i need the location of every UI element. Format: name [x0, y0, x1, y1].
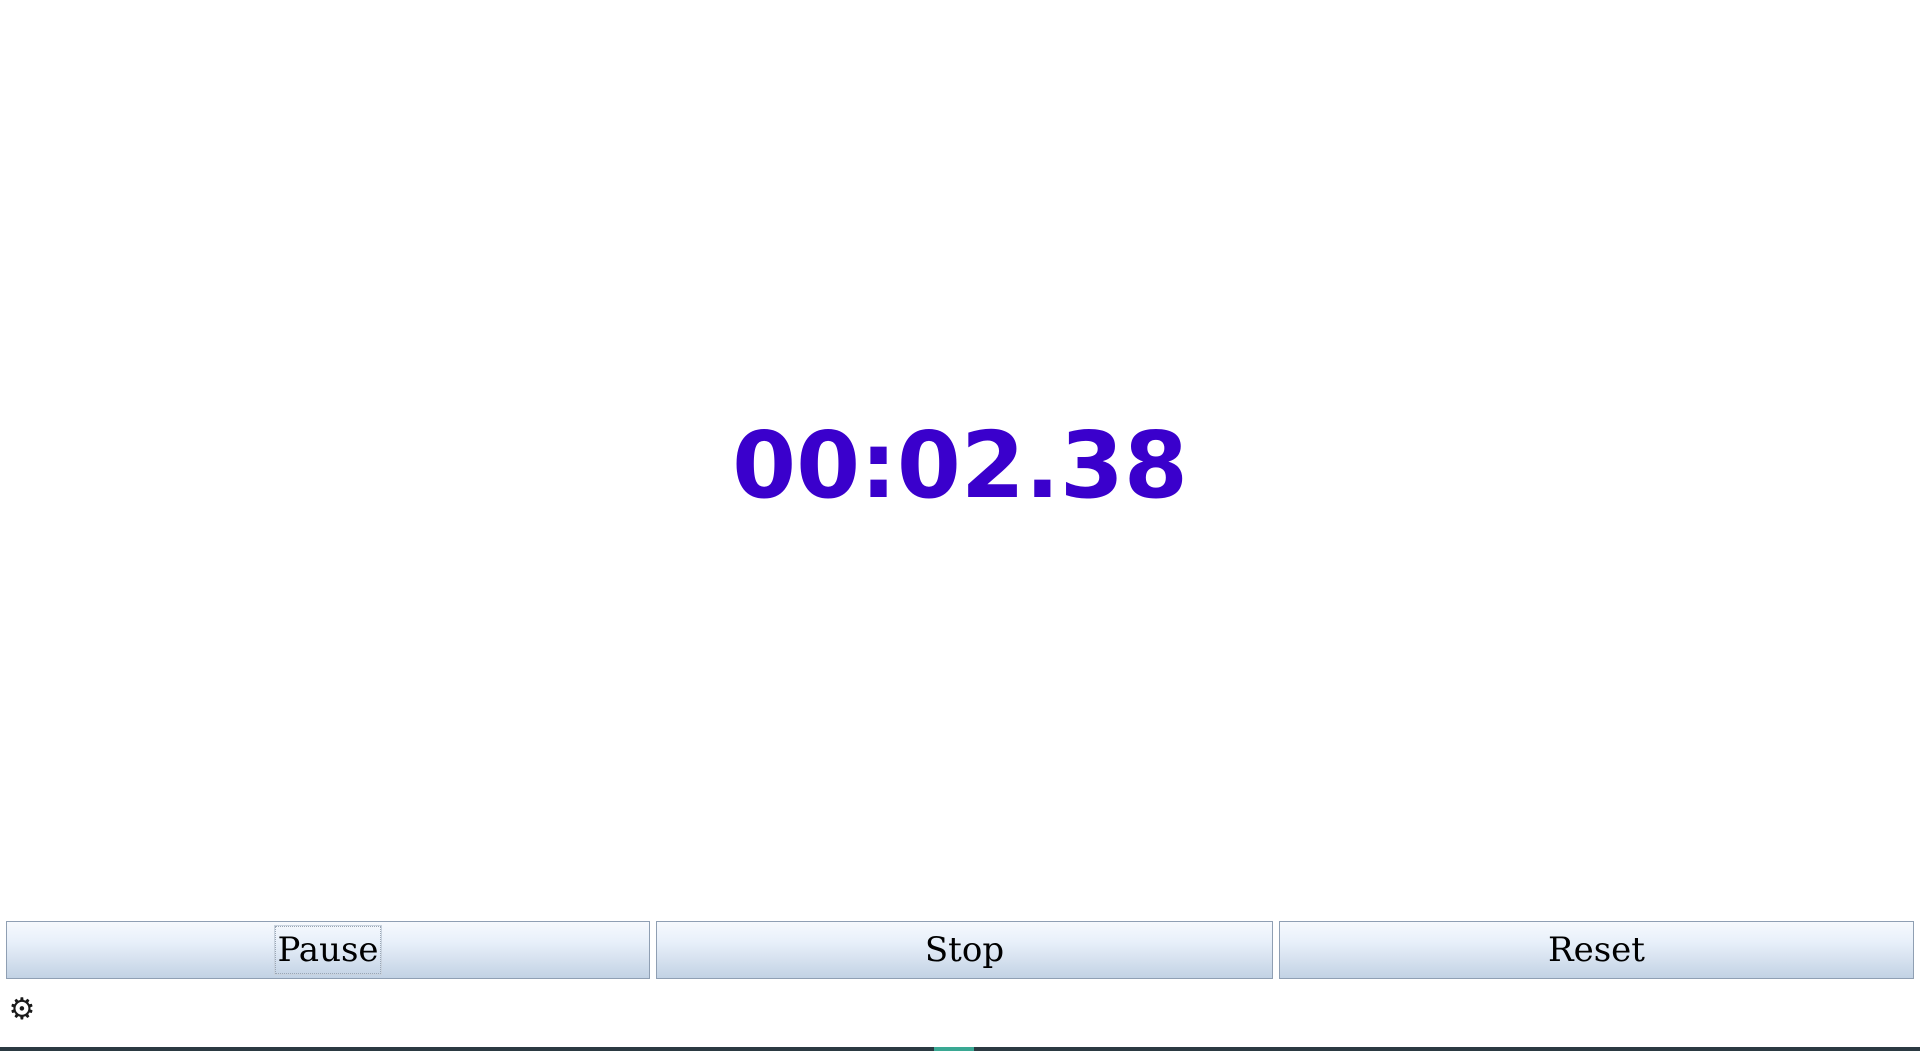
elapsed-time-display: 00:02.38 [732, 412, 1188, 519]
stop-button[interactable]: Stop [656, 921, 1273, 979]
gear-icon[interactable]: ⚙ [6, 994, 38, 1026]
bottom-bar-accent [934, 1047, 974, 1051]
reset-button-label: Reset [1548, 930, 1645, 970]
control-button-row: Pause Stop Reset [6, 921, 1914, 981]
reset-button[interactable]: Reset [1279, 921, 1914, 979]
pause-button-label: Pause [274, 925, 382, 975]
stop-button-label: Stop [924, 930, 1005, 970]
bottom-status-bar [0, 1047, 1920, 1051]
stopwatch-window: 00:02.38 Pause Stop Reset ⚙ [0, 0, 1920, 1051]
pause-button[interactable]: Pause [6, 921, 650, 979]
